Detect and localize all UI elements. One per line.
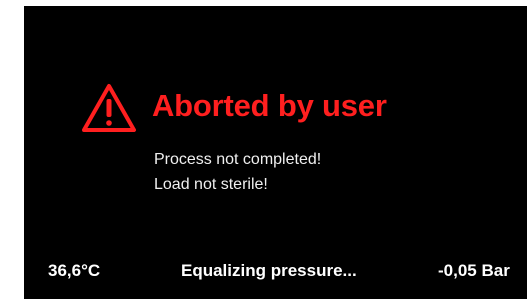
alert-message-load: Load not sterile! bbox=[154, 176, 268, 193]
pressure-readout: -0,05 Bar bbox=[438, 261, 510, 280]
alert-title: Aborted by user bbox=[152, 88, 387, 123]
process-phase-status: Equalizing pressure... bbox=[181, 261, 357, 280]
warning-exclamation-dot bbox=[106, 120, 112, 126]
temperature-readout: 36,6°C bbox=[48, 261, 101, 280]
status-bar: 36,6°C Equalizing pressure... -0,05 Bar bbox=[24, 262, 527, 286]
alert-message-process: Process not completed! bbox=[154, 151, 322, 168]
warning-exclamation-bar bbox=[106, 99, 112, 117]
display-screen: Aborted by user Process not completed! L… bbox=[24, 6, 527, 299]
warning-triangle-icon bbox=[82, 84, 136, 132]
